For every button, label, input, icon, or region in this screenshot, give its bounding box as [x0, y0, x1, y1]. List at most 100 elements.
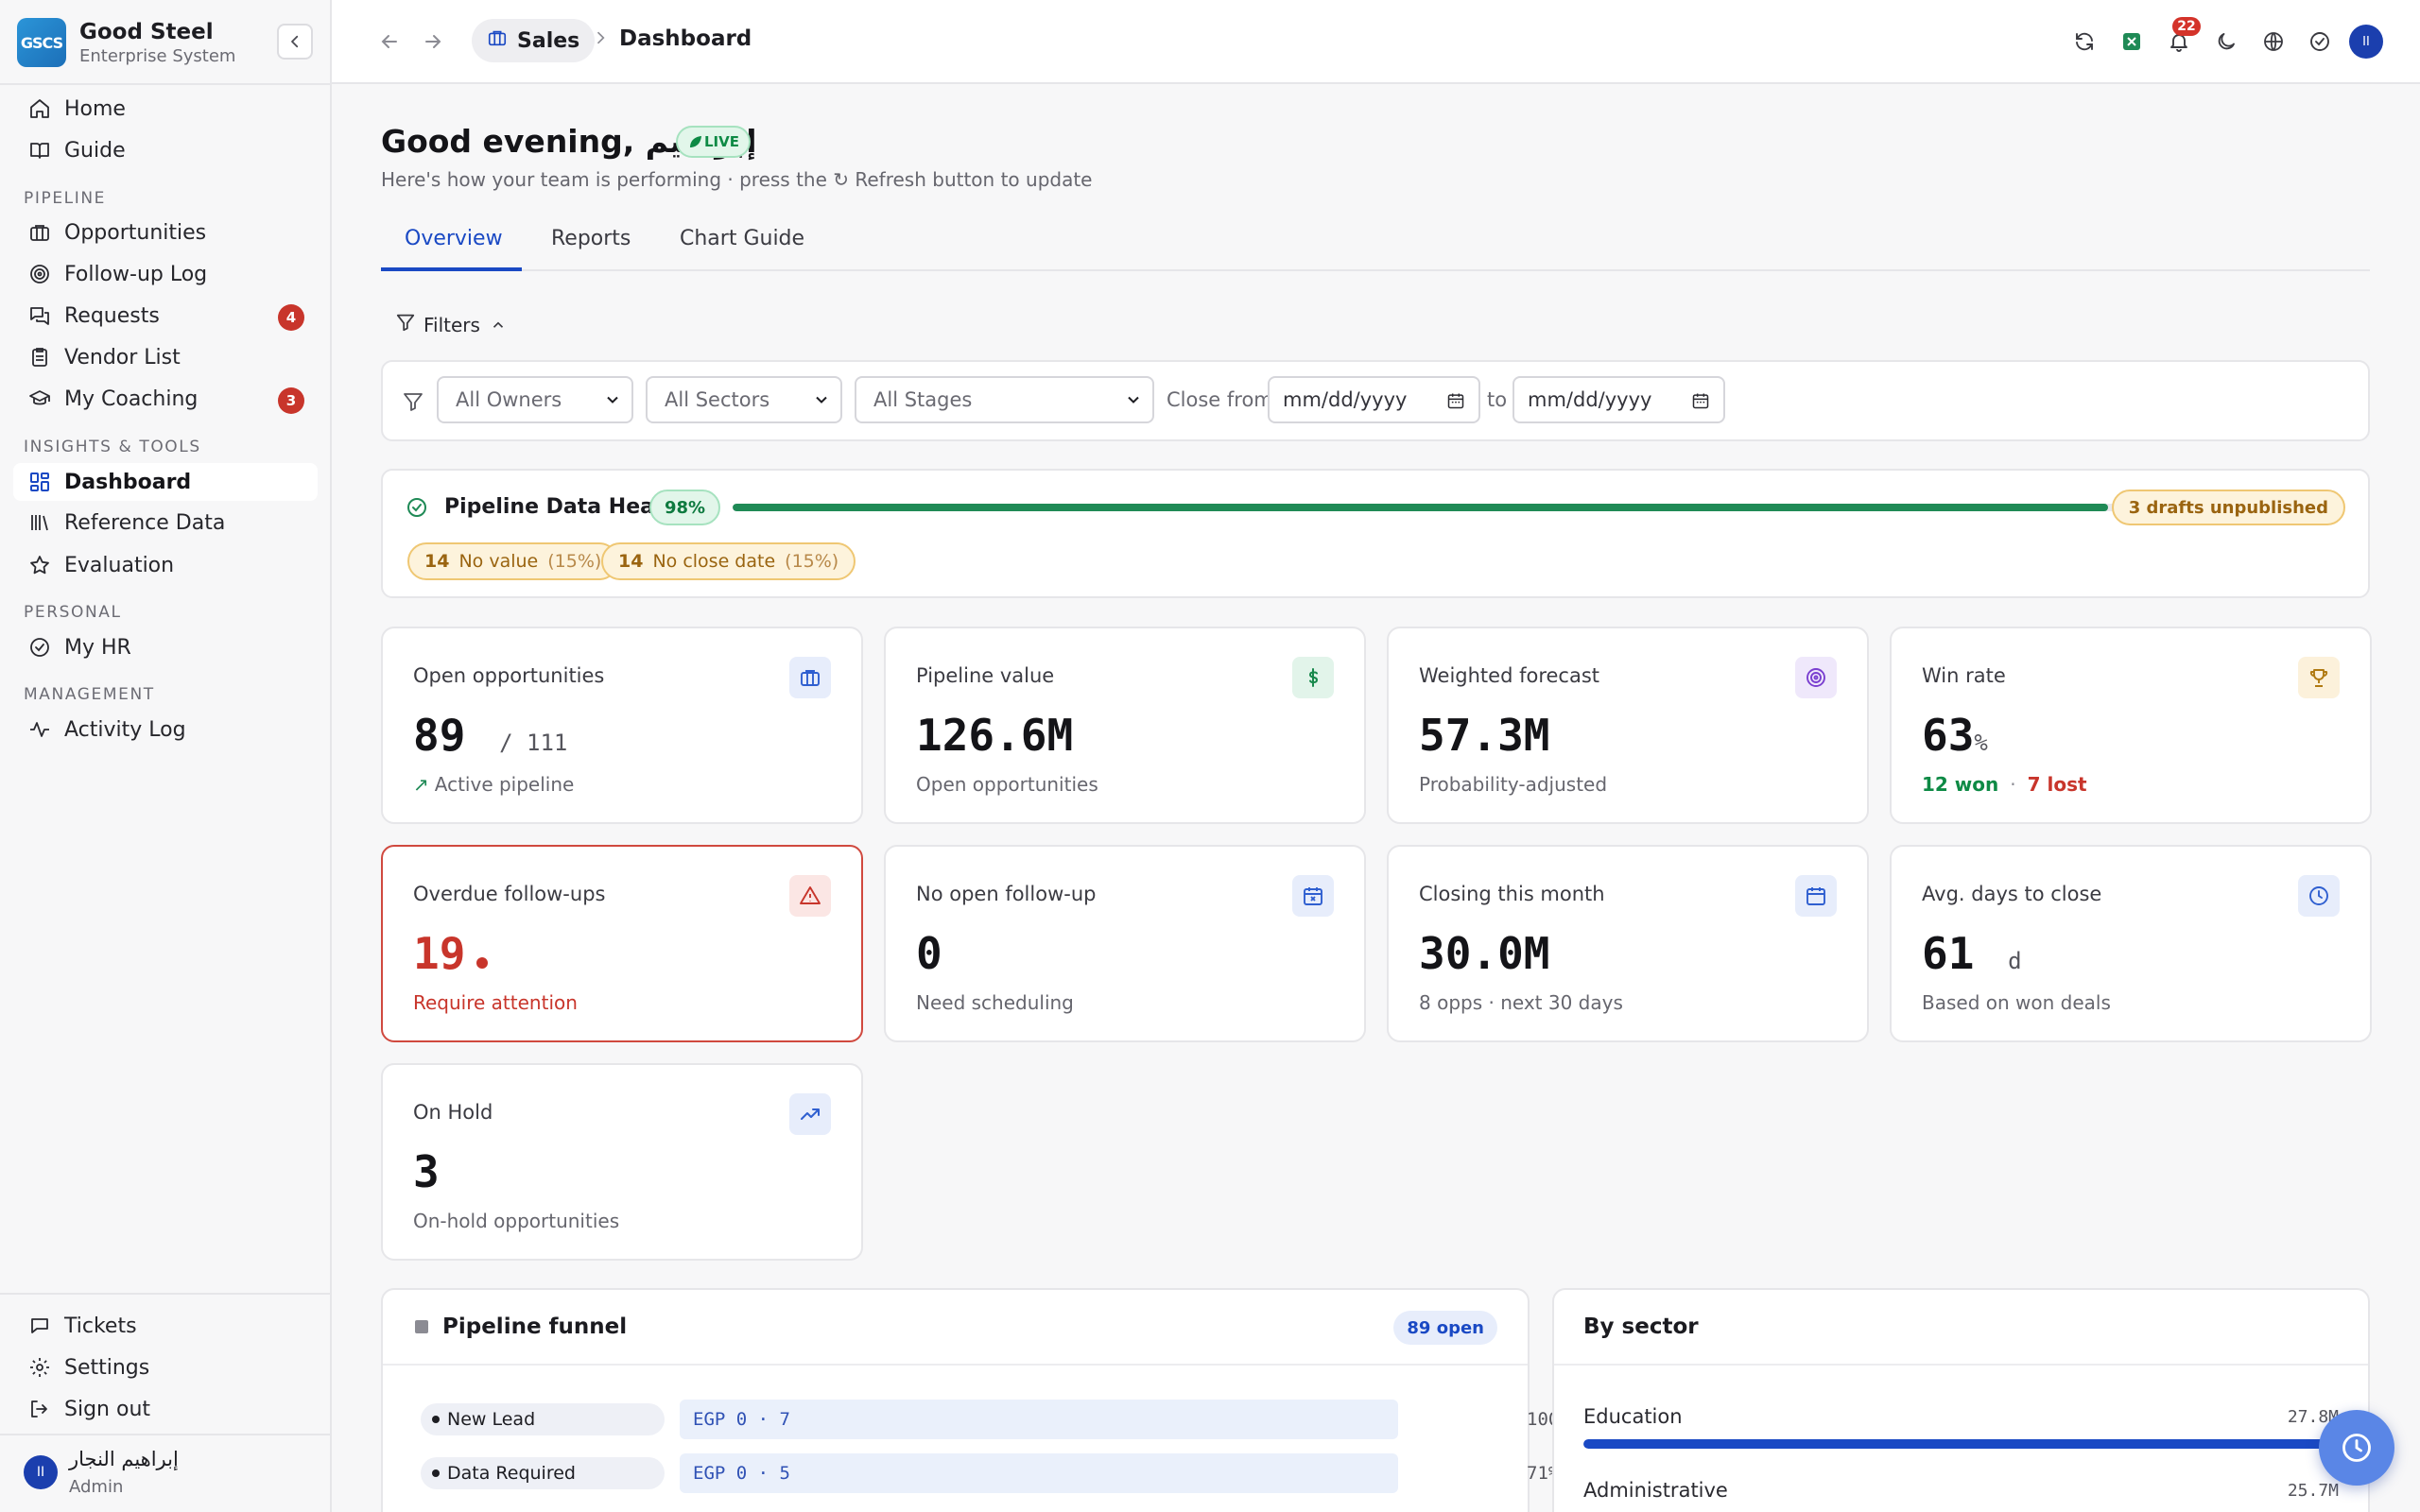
sector-bar[interactable] — [1583, 1439, 2342, 1449]
clock-icon — [2298, 875, 2340, 917]
kpi-card-pipeline-value[interactable]: Pipeline value 126.6M Open opportunities — [884, 627, 1366, 824]
kpi-card-weighted-forecast[interactable]: Weighted forecast 57.3M Probability-adju… — [1387, 627, 1869, 824]
sidebar-item-label: Requests — [64, 303, 160, 328]
panel-title: By sector — [1583, 1314, 1699, 1339]
forward-button[interactable] — [416, 25, 450, 59]
back-button[interactable] — [372, 25, 406, 59]
stage-select[interactable]: All Stages — [855, 376, 1154, 423]
sidebar-item-guide[interactable]: Guide — [13, 131, 318, 169]
section-label-personal: PERSONAL — [24, 603, 122, 622]
sidebar-item-reference-data[interactable]: Reference Data — [13, 504, 318, 541]
active-tab-indicator — [381, 267, 522, 271]
brand-subtitle: Enterprise System — [79, 45, 236, 66]
sidebar-item-label: Settings — [64, 1355, 150, 1380]
issue-no-value-pill[interactable]: 14 No value (15%) — [407, 542, 619, 580]
sidebar-item-my-coaching[interactable]: My Coaching 3 — [13, 380, 318, 418]
breadcrumb-sales[interactable]: Sales — [472, 19, 596, 62]
leaf-icon — [690, 136, 701, 147]
issue-no-close-date-pill[interactable]: 14 No close date (15%) — [601, 542, 856, 580]
gear-icon — [26, 1354, 53, 1381]
kpi-label: On Hold — [413, 1101, 493, 1124]
sidebar: GSCS Good Steel Enterprise System Home G… — [0, 0, 332, 1512]
alert-dot — [476, 957, 489, 969]
tab-reports[interactable]: Reports — [551, 227, 631, 250]
trophy-icon — [2298, 657, 2340, 698]
chevron-right-icon — [591, 28, 610, 53]
kpi-card-overdue-follow-ups[interactable]: Overdue follow-ups 19 Require attention — [381, 845, 863, 1042]
graduation-cap-icon — [26, 386, 53, 412]
issue-label: No close date — [652, 551, 776, 572]
brand[interactable]: GSCS Good Steel Enterprise System — [17, 15, 235, 70]
kpi-card-open-opportunities[interactable]: Open opportunities 89 / 111 ↗ Active pipe… — [381, 627, 863, 824]
health-percentage: 98% — [649, 490, 721, 525]
health-progress-fill — [733, 504, 2109, 511]
funnel-stage: New Lead — [421, 1403, 665, 1435]
funnel-icon — [415, 1320, 428, 1333]
drafts-unpublished-pill[interactable]: 3 drafts unpublished — [2111, 490, 2345, 525]
sidebar-item-vendor-list[interactable]: Vendor List — [13, 338, 318, 376]
kpi-card-on-hold[interactable]: On Hold 3 On-hold opportunities — [381, 1063, 863, 1261]
user-name: إبراهيم النجار — [69, 1448, 179, 1470]
kpi-card-closing-this-month[interactable]: Closing this month 30.0M 8 opps · next 3… — [1387, 845, 1869, 1042]
sidebar-item-evaluation[interactable]: Evaluation — [13, 546, 318, 584]
sidebar-item-label: My HR — [64, 635, 131, 660]
breadcrumb-root-label: Sales — [517, 28, 580, 53]
sidebar-item-my-hr[interactable]: My HR — [13, 628, 318, 666]
live-badge: LIVE — [676, 126, 751, 158]
sidebar-item-dashboard[interactable]: Dashboard — [13, 463, 318, 501]
language-button[interactable] — [2256, 25, 2290, 59]
sector-name: Administrative — [1583, 1479, 1728, 1502]
funnel-bar: EGP 0 · 5 — [680, 1453, 1398, 1493]
sidebar-item-opportunities[interactable]: Opportunities — [13, 214, 318, 251]
kpi-label: No open follow-up — [916, 883, 1097, 905]
star-icon — [26, 552, 53, 578]
sidebar-item-label: Home — [64, 96, 126, 121]
sidebar-item-requests[interactable]: Requests 4 — [13, 297, 318, 335]
collapse-sidebar-button[interactable] — [277, 24, 313, 60]
sector-name: Education — [1583, 1405, 1683, 1428]
account-avatar[interactable]: II — [2349, 25, 2383, 59]
sidebar-item-home[interactable]: Home — [13, 90, 318, 128]
excel-icon — [2123, 33, 2140, 50]
export-excel-button[interactable] — [2115, 25, 2149, 59]
arrow-right-icon — [425, 35, 441, 48]
status-button[interactable] — [2303, 25, 2337, 59]
close-from-date-input[interactable]: mm/dd/yyyy — [1268, 376, 1480, 423]
requests-count-badge: 4 — [278, 304, 304, 331]
kpi-value: 57.3M — [1419, 710, 1550, 761]
user-avatar[interactable]: II — [24, 1455, 58, 1489]
kpi-label: Open opportunities — [413, 664, 605, 687]
tab-chart-guide[interactable]: Chart Guide — [680, 227, 804, 250]
briefcase-icon — [789, 657, 831, 698]
tab-overview[interactable]: Overview — [405, 227, 503, 250]
filter-icon — [395, 312, 416, 337]
owner-select[interactable]: All Owners — [437, 376, 633, 423]
theme-toggle-button[interactable] — [2209, 25, 2243, 59]
sidebar-item-label: My Coaching — [64, 387, 199, 411]
kpi-value: 63% — [1922, 710, 1988, 761]
kpi-card-no-open-follow-up[interactable]: No open follow-up 0 Need scheduling — [884, 845, 1366, 1042]
sidebar-item-tickets[interactable]: Tickets — [13, 1307, 318, 1345]
sidebar-item-sign-out[interactable]: Sign out — [13, 1390, 318, 1428]
kpi-card-win-rate[interactable]: Win rate 63% 12 won · 7 lost — [1890, 627, 2372, 824]
filters-toggle[interactable]: Filters — [395, 312, 507, 337]
kpi-value: 30.0M — [1419, 928, 1550, 979]
check-circle-icon — [407, 498, 426, 517]
sidebar-item-label: Follow-up Log — [64, 262, 208, 286]
close-to-date-input[interactable]: mm/dd/yyyy — [1512, 376, 1725, 423]
sector-select[interactable]: All Sectors — [646, 376, 842, 423]
kpi-label: Win rate — [1922, 664, 2006, 687]
history-fab-button[interactable] — [2319, 1410, 2394, 1486]
sector-select-value: All Sectors — [665, 388, 770, 411]
sidebar-item-follow-up-log[interactable]: Follow-up Log — [13, 255, 318, 293]
chevron-up-icon — [493, 321, 504, 328]
refresh-button[interactable] — [2067, 25, 2101, 59]
kpi-label: Weighted forecast — [1419, 664, 1600, 687]
kpi-card-avg-days-to-close[interactable]: Avg. days to close 61 d Based on won dea… — [1890, 845, 2372, 1042]
sidebar-item-activity-log[interactable]: Activity Log — [13, 711, 318, 748]
sector-value: 25.7M — [2287, 1481, 2339, 1501]
sidebar-item-settings[interactable]: Settings — [13, 1349, 318, 1386]
section-label-management: MANAGEMENT — [24, 685, 155, 704]
activity-icon — [26, 716, 53, 743]
section-label-pipeline: PIPELINE — [24, 189, 107, 208]
